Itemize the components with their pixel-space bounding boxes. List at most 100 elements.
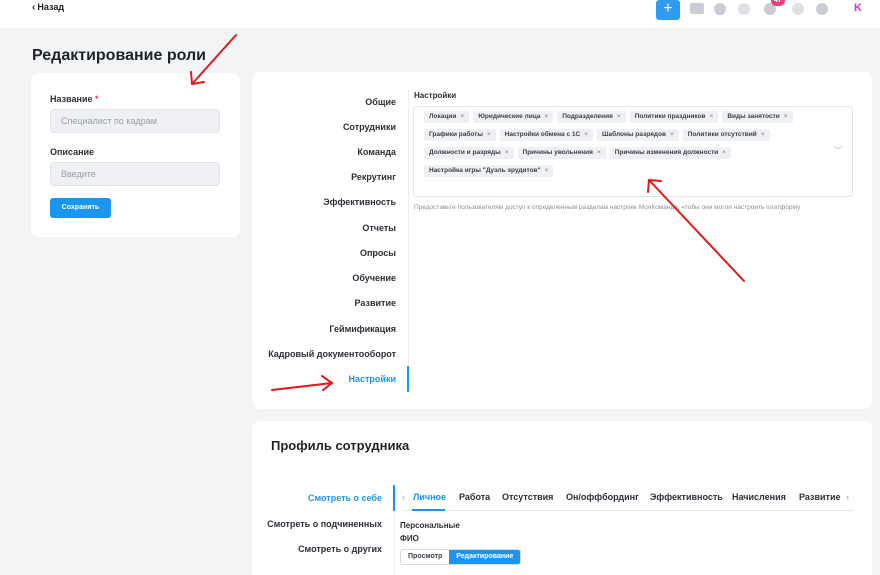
settings-tag: Шаблоны разрядов × bbox=[597, 129, 679, 141]
remove-tag-icon[interactable]: × bbox=[487, 131, 491, 138]
section-recruiting[interactable]: Рекрутинг bbox=[351, 172, 396, 182]
tab-absences[interactable]: Отсутствия bbox=[502, 492, 553, 502]
section-gamification[interactable]: Геймификация bbox=[329, 324, 396, 334]
profile-tabs: ‹ Личное Работа Отсутствия Он/оффбординг… bbox=[402, 491, 854, 511]
remove-tag-icon[interactable]: × bbox=[617, 113, 621, 120]
settings-multiselect[interactable]: Локации × Юридические лица × Подразделения × П… bbox=[413, 106, 853, 197]
gear-icon[interactable] bbox=[816, 3, 828, 15]
section-reports[interactable]: Отчеты bbox=[362, 223, 396, 233]
top-bar: ‹ Назад + 47 K bbox=[0, 0, 880, 28]
tag-label: Настройка игры "Дуэль эрудитов" bbox=[429, 167, 541, 174]
remove-tag-icon[interactable]: × bbox=[584, 131, 588, 138]
chevron-left-icon[interactable]: ‹ bbox=[402, 492, 405, 502]
settings-tag: Графики работы × bbox=[424, 129, 496, 141]
remove-tag-icon[interactable]: × bbox=[784, 113, 788, 120]
settings-tag: Виды занятости × bbox=[722, 111, 793, 123]
settings-tag: Настройка игры "Дуэль эрудитов" × bbox=[424, 165, 554, 177]
settings-tag: Политики праздников × bbox=[629, 111, 719, 123]
notification-badge: 47 bbox=[771, 0, 785, 6]
tag-label: Настройки обмена с 1С bbox=[504, 131, 581, 138]
nav-divider bbox=[408, 90, 409, 392]
settings-tag: Подразделения × bbox=[557, 111, 626, 123]
permissions-card: Общие Сотрудники Команда Рекрутинг Эффек… bbox=[252, 72, 872, 409]
lightbulb-icon[interactable] bbox=[714, 3, 726, 15]
view-subordinates-item[interactable]: Смотреть о подчиненных bbox=[267, 519, 382, 529]
edit-option[interactable]: Редактирование bbox=[449, 550, 521, 564]
profile-title: Профиль сотрудника bbox=[271, 438, 410, 453]
active-tab-underline bbox=[412, 509, 445, 511]
description-input[interactable]: Введите bbox=[50, 162, 220, 186]
remove-tag-icon[interactable]: × bbox=[670, 131, 674, 138]
tab-accruals[interactable]: Начисления bbox=[732, 492, 786, 502]
settings-tag: Должности и разряды × bbox=[424, 147, 514, 159]
tag-label: Виды занятости bbox=[727, 113, 780, 120]
settings-tag: Настройки обмена с 1С × bbox=[499, 129, 593, 141]
tag-label: Политики праздников bbox=[634, 113, 706, 120]
remove-tag-icon[interactable]: × bbox=[545, 167, 549, 174]
tag-list: Локации × Юридические лица × Подразделения × П… bbox=[424, 109, 824, 181]
active-profile-indicator bbox=[393, 485, 395, 511]
settings-hint: Предоставьте пользователям доступ к опре… bbox=[414, 204, 801, 211]
remove-tag-icon[interactable]: × bbox=[761, 131, 765, 138]
section-learning[interactable]: Обучение bbox=[352, 273, 396, 283]
help-icon[interactable] bbox=[792, 3, 804, 15]
tab-work[interactable]: Работа bbox=[459, 492, 490, 502]
section-employees[interactable]: Сотрудники bbox=[343, 122, 396, 132]
remove-tag-icon[interactable]: × bbox=[505, 149, 509, 156]
tab-performance[interactable]: Эффективность bbox=[650, 492, 723, 502]
tag-label: Подразделения bbox=[562, 113, 613, 120]
section-general[interactable]: Общие bbox=[365, 97, 396, 107]
tag-label: Причины изменения должности bbox=[614, 149, 719, 156]
section-surveys[interactable]: Опросы bbox=[360, 248, 396, 258]
add-button[interactable]: + bbox=[656, 0, 680, 20]
tag-label: Шаблоны разрядов bbox=[602, 131, 666, 138]
active-section-indicator bbox=[407, 366, 409, 392]
tag-label: Причины увольнения bbox=[522, 149, 593, 156]
settings-tag: Причины увольнения × bbox=[517, 147, 606, 159]
tag-label: Политики отсутствий bbox=[687, 131, 757, 138]
view-option[interactable]: Просмотр bbox=[401, 550, 450, 564]
chevron-down-icon[interactable]: ﹀ bbox=[834, 145, 842, 156]
tag-label: Графики работы bbox=[429, 131, 483, 138]
tab-personal[interactable]: Личное bbox=[413, 492, 446, 502]
tab-development[interactable]: Развитие bbox=[799, 492, 840, 502]
section-team[interactable]: Команда bbox=[357, 147, 396, 157]
tag-label: Локации bbox=[429, 113, 457, 120]
section-performance[interactable]: Эффективность bbox=[323, 197, 396, 207]
section-hr-docs[interactable]: Кадровый документооборот bbox=[268, 349, 396, 359]
remove-tag-icon[interactable]: × bbox=[722, 149, 726, 156]
settings-tag: Политики отсутствий × bbox=[682, 129, 770, 141]
view-others-item[interactable]: Смотреть о других bbox=[298, 544, 382, 554]
save-button[interactable]: Сохранить bbox=[50, 198, 111, 218]
fio-label: ФИО bbox=[400, 534, 419, 543]
section-development[interactable]: Развитие bbox=[355, 298, 396, 308]
settings-tag: Причины изменения должности × bbox=[609, 147, 732, 159]
description-label: Описание bbox=[50, 147, 95, 157]
chat-icon[interactable] bbox=[690, 3, 704, 14]
section-settings[interactable]: Настройки bbox=[349, 374, 396, 384]
remove-tag-icon[interactable]: × bbox=[710, 113, 714, 120]
view-self-item[interactable]: Смотреть о себе bbox=[308, 493, 382, 503]
remove-tag-icon[interactable]: × bbox=[597, 149, 601, 156]
remove-tag-icon[interactable]: × bbox=[544, 113, 548, 120]
remove-tag-icon[interactable]: × bbox=[460, 113, 464, 120]
back-link[interactable]: ‹ Назад bbox=[32, 2, 64, 13]
tab-onboarding[interactable]: Он/оффбординг bbox=[566, 492, 639, 502]
settings-title: Настройки bbox=[414, 91, 457, 100]
app-logo: K bbox=[854, 2, 862, 14]
access-toggle: Просмотр Редактирование bbox=[400, 549, 522, 565]
name-input[interactable]: Специалист по кадрам bbox=[50, 109, 220, 133]
role-form-card: Название * Специалист по кадрам Описание… bbox=[31, 73, 240, 237]
settings-tag: Локации × bbox=[424, 111, 470, 123]
search-icon[interactable] bbox=[738, 3, 750, 15]
tag-label: Должности и разряды bbox=[429, 149, 501, 156]
personal-section-label: Персональные bbox=[400, 521, 460, 530]
settings-tag: Юридические лица × bbox=[473, 111, 554, 123]
chevron-left-icon: ‹ bbox=[32, 2, 36, 13]
name-label: Название * bbox=[50, 94, 99, 104]
chevron-right-icon[interactable]: › bbox=[846, 492, 849, 502]
employee-profile-card: Профиль сотрудника Смотреть о себе Смотр… bbox=[252, 421, 872, 575]
page-title: Редактирование роли bbox=[32, 47, 206, 64]
tag-label: Юридические лица bbox=[478, 113, 541, 120]
required-mark: * bbox=[95, 94, 99, 104]
